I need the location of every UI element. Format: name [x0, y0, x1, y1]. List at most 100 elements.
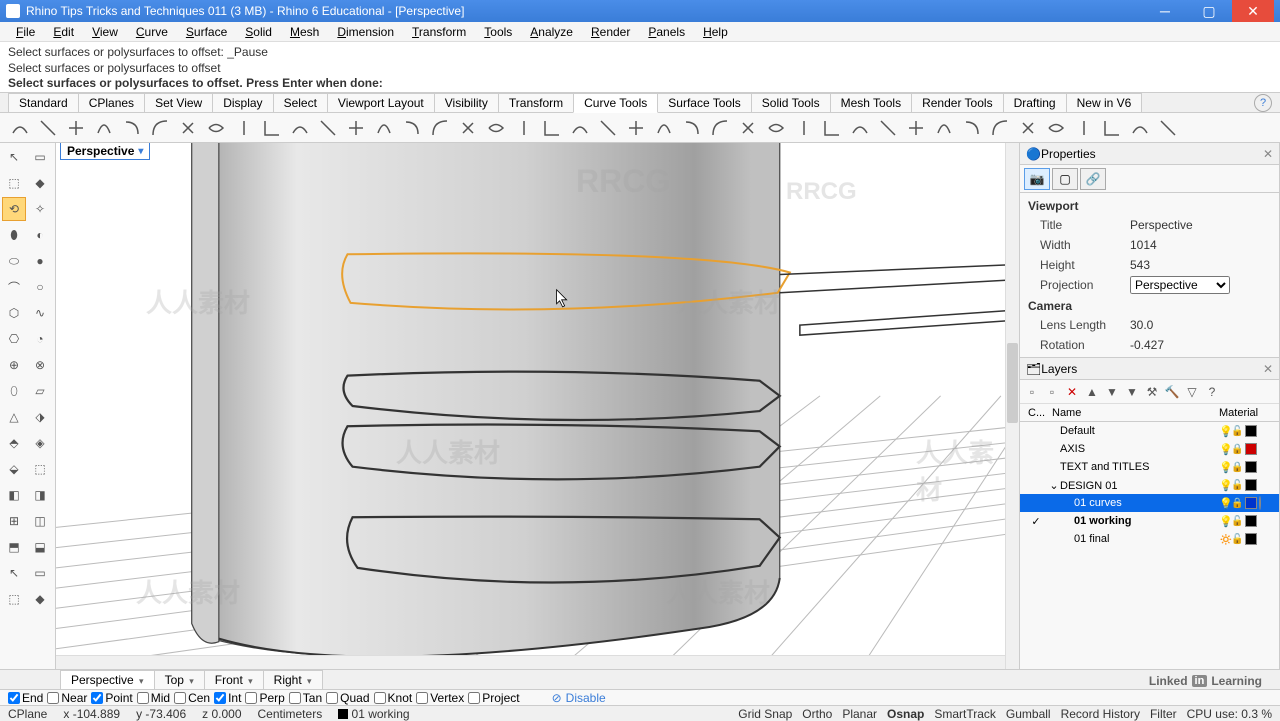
tab-solid-tools[interactable]: Solid Tools — [751, 93, 831, 112]
left-tool-31[interactable]: ⬓ — [28, 535, 52, 559]
left-tool-20[interactable]: △ — [2, 405, 26, 429]
curve-tool-14[interactable] — [400, 116, 424, 140]
curve-tool-10[interactable] — [288, 116, 312, 140]
left-tool-11[interactable]: ○ — [28, 275, 52, 299]
prop-value[interactable]: 543 — [1130, 258, 1271, 272]
close-button[interactable]: ✕ — [1232, 0, 1274, 22]
curve-tool-39[interactable] — [1100, 116, 1124, 140]
tab-standard[interactable]: Standard — [8, 93, 79, 112]
left-tool-22[interactable]: ⬘ — [2, 431, 26, 455]
viewport-label[interactable]: Perspective ▾ — [60, 143, 150, 160]
layer-row[interactable]: TEXT and TITLES💡🔒 — [1020, 458, 1279, 476]
menu-analyze[interactable]: Analyze — [522, 23, 581, 41]
left-tool-12[interactable]: ⬡ — [2, 301, 26, 325]
osnap-end[interactable]: End — [8, 691, 43, 705]
tab-select[interactable]: Select — [273, 93, 328, 112]
left-tool-24[interactable]: ⬙ — [2, 457, 26, 481]
col-name[interactable]: Name — [1048, 407, 1215, 419]
osnap-project[interactable]: Project — [468, 691, 519, 705]
props-texture-icon[interactable]: 🔗 — [1080, 168, 1106, 190]
delete-layer-icon[interactable]: ✕ — [1064, 384, 1080, 400]
layer-row[interactable]: Default💡🔓 — [1020, 422, 1279, 440]
viewport-scrollbar-h[interactable] — [56, 655, 1005, 669]
curve-tool-38[interactable] — [1072, 116, 1096, 140]
menu-render[interactable]: Render — [583, 23, 638, 41]
left-tool-27[interactable]: ◨ — [28, 483, 52, 507]
menu-solid[interactable]: Solid — [237, 23, 280, 41]
tab-cplanes[interactable]: CPlanes — [78, 93, 145, 112]
curve-tool-15[interactable] — [428, 116, 452, 140]
props-material-icon[interactable]: ▢ — [1052, 168, 1078, 190]
menu-dimension[interactable]: Dimension — [329, 23, 402, 41]
curve-tool-41[interactable] — [1156, 116, 1180, 140]
prop-value[interactable]: 30.0 — [1130, 318, 1271, 332]
status-smarttrack[interactable]: SmartTrack — [934, 707, 996, 721]
osnap-int[interactable]: Int — [214, 691, 241, 705]
curve-tool-12[interactable] — [344, 116, 368, 140]
curve-tool-5[interactable] — [148, 116, 172, 140]
left-tool-32[interactable]: ↖ — [2, 561, 26, 585]
curve-tool-6[interactable] — [176, 116, 200, 140]
left-tool-0[interactable]: ↖ — [2, 145, 26, 169]
viewport-scrollbar-v[interactable] — [1005, 143, 1019, 669]
layer-up-icon[interactable]: ▲ — [1084, 384, 1100, 400]
tab-mesh-tools[interactable]: Mesh Tools — [830, 93, 912, 112]
viewport[interactable]: Perspective ▾ RRCG RRCG 人人素材 人人素材 人人素材 人… — [56, 143, 1020, 669]
status-planar[interactable]: Planar — [842, 707, 877, 721]
chevron-down-icon[interactable]: ▾ — [138, 146, 143, 157]
left-tool-34[interactable]: ⬚ — [2, 587, 26, 611]
osnap-perp[interactable]: Perp — [245, 691, 284, 705]
left-tool-28[interactable]: ⊞ — [2, 509, 26, 533]
layer-row[interactable]: AXIS💡🔒 — [1020, 440, 1279, 458]
status-cplane[interactable]: CPlane — [8, 707, 47, 721]
help-icon[interactable]: ? — [1254, 94, 1272, 112]
curve-tool-28[interactable] — [792, 116, 816, 140]
left-tool-15[interactable]: ◔ — [28, 327, 52, 351]
viewport-canvas[interactable] — [56, 143, 1019, 669]
osnap-vertex[interactable]: Vertex — [416, 691, 464, 705]
curve-tool-19[interactable] — [540, 116, 564, 140]
curve-tool-25[interactable] — [708, 116, 732, 140]
prop-value[interactable]: Perspective — [1130, 218, 1271, 232]
left-tool-33[interactable]: ▭ — [28, 561, 52, 585]
curve-tool-13[interactable] — [372, 116, 396, 140]
status-ortho[interactable]: Ortho — [802, 707, 832, 721]
status-units[interactable]: Centimeters — [258, 707, 323, 721]
new-layer-icon[interactable]: ▫ — [1024, 384, 1040, 400]
menu-tools[interactable]: Tools — [476, 23, 520, 41]
osnap-cen[interactable]: Cen — [174, 691, 210, 705]
layer-down-icon[interactable]: ▼ — [1104, 384, 1120, 400]
command-input[interactable] — [387, 76, 1272, 90]
curve-tool-30[interactable] — [848, 116, 872, 140]
left-tool-18[interactable]: ⬯ — [2, 379, 26, 403]
curve-tool-24[interactable] — [680, 116, 704, 140]
curve-tool-17[interactable] — [484, 116, 508, 140]
osnap-point[interactable]: Point — [91, 691, 132, 705]
layer-row[interactable]: 01 final🔅🔓 — [1020, 530, 1279, 548]
tab-transform[interactable]: Transform — [498, 93, 574, 112]
viewport-tab-right[interactable]: Right ▾ — [263, 670, 323, 690]
left-tool-14[interactable]: ⎔ — [2, 327, 26, 351]
menu-curve[interactable]: Curve — [128, 23, 176, 41]
curve-tool-29[interactable] — [820, 116, 844, 140]
tab-curve-tools[interactable]: Curve Tools — [573, 93, 658, 113]
layer-help-icon[interactable]: ? — [1204, 384, 1220, 400]
left-tool-16[interactable]: ⊕ — [2, 353, 26, 377]
left-tool-10[interactable]: ⌒ — [2, 275, 26, 299]
left-tool-13[interactable]: ∿ — [28, 301, 52, 325]
left-tool-23[interactable]: ◈ — [28, 431, 52, 455]
curve-tool-9[interactable] — [260, 116, 284, 140]
left-tool-5[interactable]: ✧ — [28, 197, 52, 221]
tab-drafting[interactable]: Drafting — [1003, 93, 1067, 112]
osnap-disable-button[interactable]: ⊘Disable — [544, 691, 614, 705]
tab-display[interactable]: Display — [212, 93, 273, 112]
curve-tool-31[interactable] — [876, 116, 900, 140]
left-tool-21[interactable]: ⬗ — [28, 405, 52, 429]
curve-tool-36[interactable] — [1016, 116, 1040, 140]
curve-tool-8[interactable] — [232, 116, 256, 140]
menu-file[interactable]: File — [8, 23, 43, 41]
osnap-knot[interactable]: Knot — [374, 691, 413, 705]
osnap-tan[interactable]: Tan — [289, 691, 322, 705]
status-cpu-use-[interactable]: CPU use: 0.3 % — [1187, 707, 1272, 721]
props-camera-icon[interactable]: 📷 — [1024, 168, 1050, 190]
